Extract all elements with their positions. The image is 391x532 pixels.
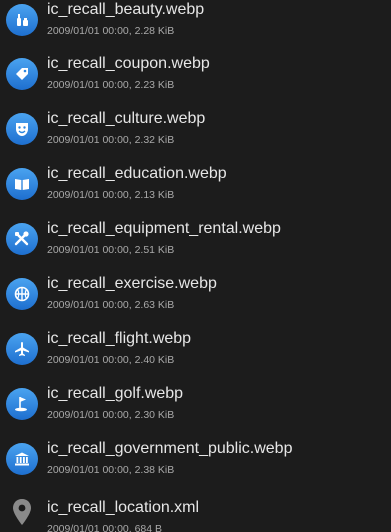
file-name: ic_recall_culture.webp — [47, 110, 206, 127]
golf-flag-icon — [6, 388, 38, 420]
file-name: ic_recall_exercise.webp — [47, 275, 217, 292]
file-row-location[interactable]: ic_recall_location.xml 2009/01/01 00:00,… — [0, 499, 391, 532]
file-meta: 2009/01/01 00:00, 2.63 KiB — [47, 299, 175, 311]
file-row-government-public[interactable]: ic_recall_government_public.webp 2009/01… — [0, 440, 391, 497]
file-meta: 2009/01/01 00:00, 2.51 KiB — [47, 244, 175, 256]
file-row-coupon[interactable]: ic_recall_coupon.webp 2009/01/01 00:00, … — [0, 55, 391, 112]
file-row-equipment-rental[interactable]: ic_recall_equipment_rental.webp 2009/01/… — [0, 220, 391, 277]
beauty-icon — [6, 4, 38, 36]
file-row-education[interactable]: ic_recall_education.webp 2009/01/01 00:0… — [0, 165, 391, 222]
book-icon — [6, 168, 38, 200]
file-row-culture[interactable]: ic_recall_culture.webp 2009/01/01 00:00,… — [0, 110, 391, 167]
location-pin-icon — [13, 499, 31, 525]
file-row-exercise[interactable]: ic_recall_exercise.webp 2009/01/01 00:00… — [0, 275, 391, 332]
file-meta: 2009/01/01 00:00, 684 B — [47, 523, 163, 532]
file-name: ic_recall_coupon.webp — [47, 55, 210, 72]
file-meta: 2009/01/01 00:00, 2.38 KiB — [47, 464, 175, 476]
coupon-tag-icon — [6, 58, 38, 90]
file-row-flight[interactable]: ic_recall_flight.webp 2009/01/01 00:00, … — [0, 330, 391, 387]
file-row-beauty[interactable]: ic_recall_beauty.webp 2009/01/01 00:00, … — [0, 1, 391, 58]
tools-icon — [6, 223, 38, 255]
file-meta: 2009/01/01 00:00, 2.28 KiB — [47, 25, 175, 37]
file-meta: 2009/01/01 00:00, 2.13 KiB — [47, 189, 175, 201]
file-row-golf[interactable]: ic_recall_golf.webp 2009/01/01 00:00, 2.… — [0, 385, 391, 442]
theater-mask-icon — [6, 113, 38, 145]
file-name: ic_recall_golf.webp — [47, 385, 184, 402]
file-name: ic_recall_government_public.webp — [47, 440, 293, 457]
file-name: ic_recall_education.webp — [47, 165, 227, 182]
basketball-icon — [6, 278, 38, 310]
airplane-icon — [6, 333, 38, 365]
file-list: ic_recall_beauty.webp 2009/01/01 00:00, … — [0, 0, 391, 532]
file-name: ic_recall_flight.webp — [47, 330, 192, 347]
file-meta: 2009/01/01 00:00, 2.40 KiB — [47, 354, 175, 366]
file-meta: 2009/01/01 00:00, 2.23 KiB — [47, 79, 175, 91]
file-name: ic_recall_equipment_rental.webp — [47, 220, 281, 237]
file-name: ic_recall_location.xml — [47, 499, 200, 516]
file-meta: 2009/01/01 00:00, 2.32 KiB — [47, 134, 175, 146]
file-meta: 2009/01/01 00:00, 2.30 KiB — [47, 409, 175, 421]
file-name: ic_recall_beauty.webp — [47, 1, 205, 18]
government-building-icon — [6, 443, 38, 475]
